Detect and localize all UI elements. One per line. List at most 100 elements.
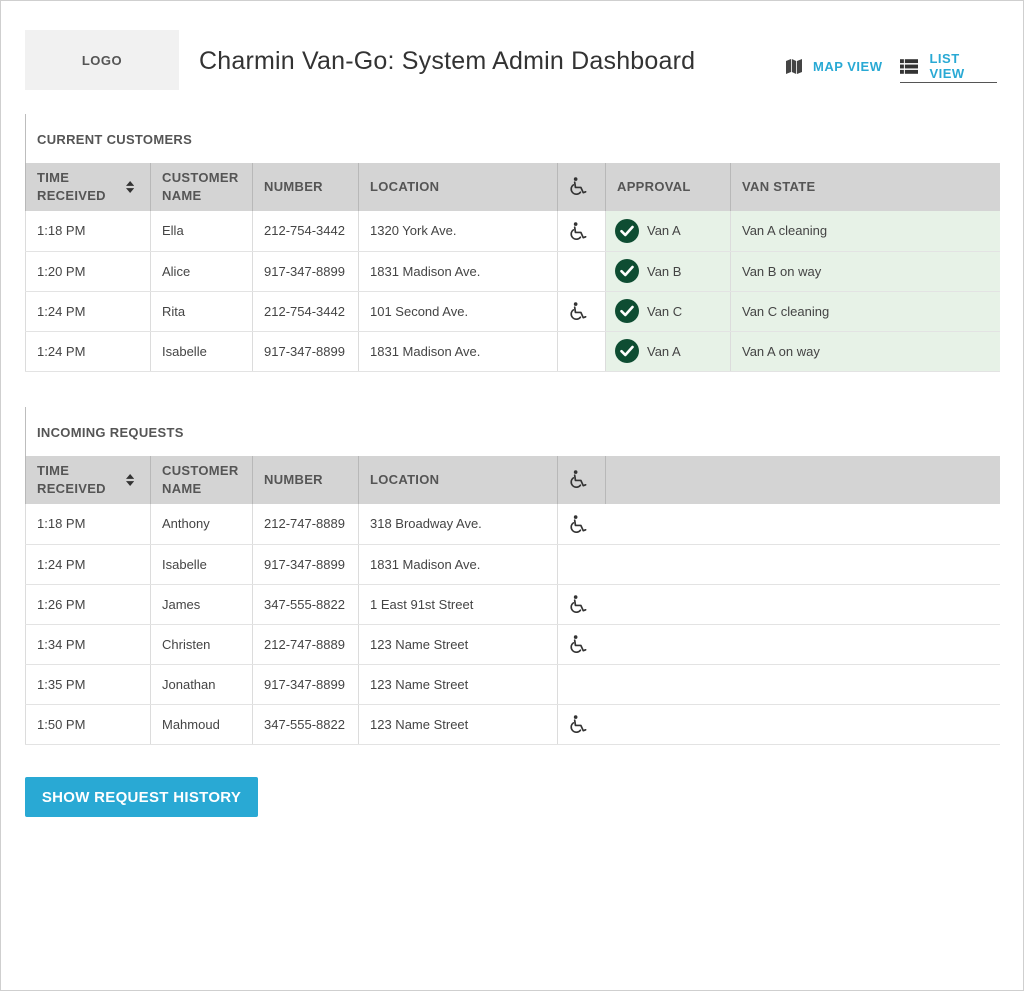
col-time-received[interactable]: TIME RECEIVED bbox=[25, 163, 151, 211]
van-state-cell: Van B on way bbox=[730, 251, 1000, 292]
location-cell: 123 Name Street bbox=[358, 704, 558, 745]
accessibility-cell bbox=[557, 664, 606, 705]
map-view-tab[interactable]: MAP VIEW bbox=[786, 52, 883, 80]
table-row[interactable]: 1:26 PM James 347-555-8822 1 East 91st Stre… bbox=[25, 584, 1000, 625]
col-accessibility bbox=[557, 456, 606, 504]
col-number: NUMBER bbox=[252, 163, 359, 211]
current-customers-title: CURRENT CUSTOMERS bbox=[25, 114, 999, 163]
time-cell: 1:18 PM bbox=[25, 504, 151, 545]
wheelchair-icon bbox=[569, 515, 588, 537]
list-view-tab[interactable]: LIST VIEW bbox=[900, 51, 997, 83]
number-cell: 347-555-8822 bbox=[252, 584, 359, 625]
time-cell: 1:24 PM bbox=[25, 331, 151, 372]
page-title: Charmin Van-Go: System Admin Dashboard bbox=[199, 47, 696, 75]
check-circle-icon bbox=[615, 299, 639, 323]
name-cell: Anthony bbox=[150, 504, 253, 545]
wheelchair-icon bbox=[569, 222, 588, 244]
approval-cell: Van C bbox=[605, 291, 731, 332]
table-row[interactable]: 1:18 PM Anthony 212-747-8889 318 Broadway A… bbox=[25, 504, 1000, 545]
name-cell: Jonathan bbox=[150, 664, 253, 705]
accessibility-cell bbox=[557, 211, 606, 252]
table-row[interactable]: 1:50 PM Mahmoud 347-555-8822 123 Name Stree… bbox=[25, 704, 1000, 745]
location-cell: 1831 Madison Ave. bbox=[358, 331, 558, 372]
table-row[interactable]: 1:34 PM Christen 212-747-8889 123 Name Stre… bbox=[25, 624, 1000, 665]
accessibility-cell bbox=[557, 291, 606, 332]
col-customer-name: CUSTOMER NAME bbox=[150, 163, 253, 211]
accessibility-cell bbox=[557, 504, 606, 545]
location-cell: 123 Name Street bbox=[358, 664, 558, 705]
empty-cell bbox=[605, 624, 1000, 665]
name-cell: Isabelle bbox=[150, 544, 253, 585]
number-cell: 212-747-8889 bbox=[252, 624, 359, 665]
table-row[interactable]: 1:18 PM Ella 212-754-3442 1320 York Ave. Van… bbox=[25, 211, 1000, 252]
name-cell: Alice bbox=[150, 251, 253, 292]
time-cell: 1:26 PM bbox=[25, 584, 151, 625]
van-state-cell: Van A on way bbox=[730, 331, 1000, 372]
wheelchair-icon bbox=[569, 595, 588, 617]
accessibility-cell bbox=[557, 624, 606, 665]
van-state-cell: Van A cleaning bbox=[730, 211, 1000, 252]
check-circle-icon bbox=[615, 218, 639, 243]
col-customer-name: CUSTOMER NAME bbox=[150, 456, 253, 504]
incoming-requests-title: INCOMING REQUESTS bbox=[25, 407, 999, 456]
wheelchair-icon bbox=[569, 177, 588, 201]
check-circle-icon bbox=[615, 259, 639, 283]
time-cell: 1:18 PM bbox=[25, 211, 151, 252]
approval-label: Van B bbox=[647, 263, 682, 279]
location-cell: 1 East 91st Street bbox=[358, 584, 558, 625]
empty-cell bbox=[605, 584, 1000, 625]
col-number: NUMBER bbox=[252, 456, 359, 504]
show-request-history-button[interactable]: SHOW REQUEST HISTORY bbox=[25, 777, 258, 817]
time-cell: 1:20 PM bbox=[25, 251, 151, 292]
location-cell: 1831 Madison Ave. bbox=[358, 544, 558, 585]
col-location: LOCATION bbox=[358, 456, 558, 504]
name-cell: James bbox=[150, 584, 253, 625]
col-location: LOCATION bbox=[358, 163, 558, 211]
approval-cell: Van B bbox=[605, 251, 731, 292]
number-cell: 212-754-3442 bbox=[252, 291, 359, 332]
col-accessibility bbox=[557, 163, 606, 211]
location-cell: 1320 York Ave. bbox=[358, 211, 558, 252]
number-cell: 212-747-8889 bbox=[252, 504, 359, 545]
empty-cell bbox=[605, 544, 1000, 585]
name-cell: Christen bbox=[150, 624, 253, 665]
location-cell: 1831 Madison Ave. bbox=[358, 251, 558, 292]
van-state-cell: Van C cleaning bbox=[730, 291, 1000, 332]
check-circle-icon bbox=[615, 339, 639, 363]
empty-cell bbox=[605, 704, 1000, 745]
approval-label: Van A bbox=[647, 223, 681, 239]
accessibility-cell bbox=[557, 704, 606, 745]
number-cell: 917-347-8899 bbox=[252, 331, 359, 372]
accessibility-cell bbox=[557, 544, 606, 585]
name-cell: Isabelle bbox=[150, 331, 253, 372]
location-cell: 123 Name Street bbox=[358, 624, 558, 665]
accessibility-cell bbox=[557, 251, 606, 292]
table-row[interactable]: 1:35 PM Jonathan 917-347-8899 123 Name Stre… bbox=[25, 664, 1000, 705]
time-cell: 1:24 PM bbox=[25, 291, 151, 332]
col-empty bbox=[605, 456, 1000, 504]
current-customers-table: TIME RECEIVED CUSTOMER NAME NUMBER LOCAT… bbox=[25, 163, 1000, 372]
col-approval: APPROVAL bbox=[605, 163, 731, 211]
approval-label: Van A bbox=[647, 343, 681, 359]
wheelchair-icon bbox=[569, 635, 588, 657]
accessibility-cell bbox=[557, 584, 606, 625]
table-row[interactable]: 1:24 PM Isabelle 917-347-8899 1831 Madison … bbox=[25, 544, 1000, 585]
location-cell: 101 Second Ave. bbox=[358, 291, 558, 332]
list-icon bbox=[900, 58, 919, 74]
number-cell: 917-347-8899 bbox=[252, 544, 359, 585]
empty-cell bbox=[605, 664, 1000, 705]
map-icon bbox=[786, 58, 802, 74]
col-time-received[interactable]: TIME RECEIVED bbox=[25, 456, 151, 504]
number-cell: 347-555-8822 bbox=[252, 704, 359, 745]
table-row[interactable]: 1:24 PM Rita 212-754-3442 101 Second Ave. Va… bbox=[25, 291, 1000, 332]
name-cell: Mahmoud bbox=[150, 704, 253, 745]
table-row[interactable]: 1:20 PM Alice 917-347-8899 1831 Madison Ave… bbox=[25, 251, 1000, 292]
empty-cell bbox=[605, 504, 1000, 545]
time-cell: 1:24 PM bbox=[25, 544, 151, 585]
table-row[interactable]: 1:24 PM Isabelle 917-347-8899 1831 Madison … bbox=[25, 331, 1000, 372]
location-cell: 318 Broadway Ave. bbox=[358, 504, 558, 545]
sort-icon[interactable] bbox=[125, 179, 134, 195]
sort-icon[interactable] bbox=[125, 472, 134, 488]
col-van-state: VAN STATE bbox=[730, 163, 1000, 211]
approval-cell: Van A bbox=[605, 331, 731, 372]
